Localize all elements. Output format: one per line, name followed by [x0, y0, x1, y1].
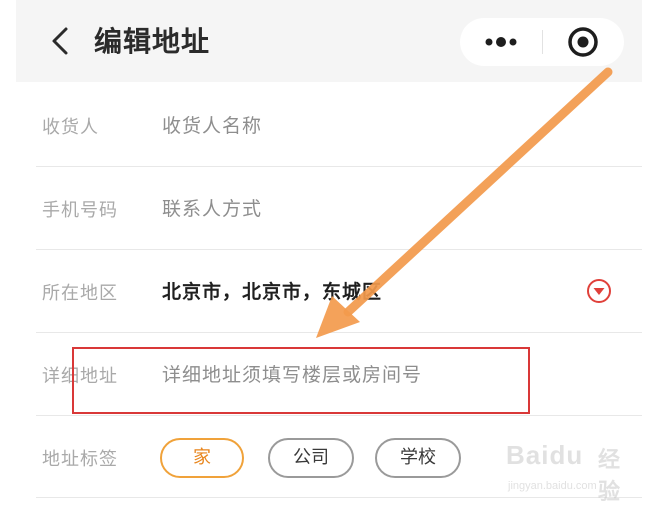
tag-home[interactable]: 家 — [160, 438, 244, 478]
address-tag-label: 地址标签 — [42, 449, 118, 470]
highlight-annotation-box — [72, 347, 530, 414]
region-row[interactable]: 所在地区 北京市，北京市，东城区 — [36, 249, 642, 333]
more-dots-icon — [485, 37, 517, 47]
chevron-left-icon[interactable] — [42, 23, 78, 59]
phone-row: 手机号码 联系人方式 — [36, 166, 642, 250]
target-icon — [568, 27, 598, 57]
tag-company[interactable]: 公司 — [268, 438, 354, 478]
watermark-brand: Baidu — [506, 440, 584, 470]
region-value[interactable]: 北京市，北京市，东城区 — [162, 277, 582, 304]
region-label: 所在地区 — [42, 283, 118, 304]
phone-label: 手机号码 — [42, 200, 118, 221]
watermark-tail: 经验 — [598, 447, 621, 504]
recipient-row: 收货人 收货人名称 — [36, 83, 642, 167]
recipient-label: 收货人 — [42, 117, 99, 138]
mini-program-capsule — [460, 18, 624, 66]
tag-school[interactable]: 学校 — [375, 438, 461, 478]
navigation-bar: 编辑地址 — [16, 0, 642, 82]
close-button[interactable] — [543, 18, 624, 66]
more-button[interactable] — [460, 18, 542, 66]
watermark-url: jingyan.baidu.com — [508, 480, 597, 492]
phone-input[interactable]: 联系人方式 — [162, 194, 582, 221]
baidu-jingyan-watermark: Baidu 经验 jingyan.baidu.com — [506, 440, 636, 504]
recipient-input[interactable]: 收货人名称 — [162, 111, 582, 138]
dropdown-circle-icon[interactable] — [585, 277, 613, 305]
page-title: 编辑地址 — [94, 25, 211, 58]
